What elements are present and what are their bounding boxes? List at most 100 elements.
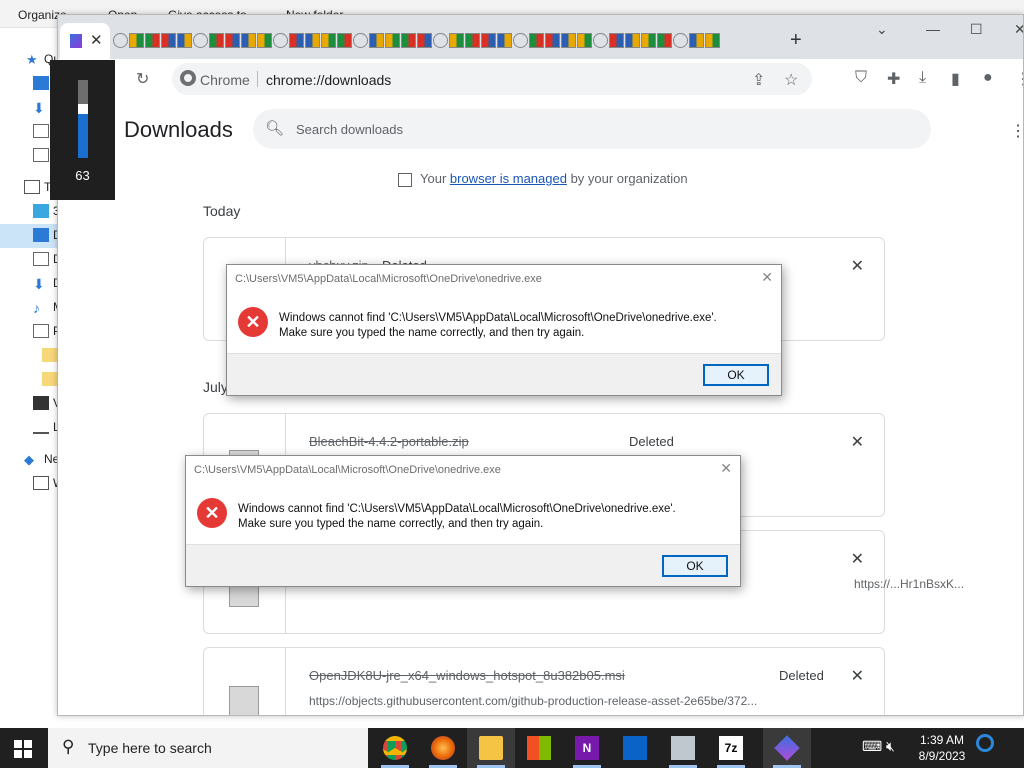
pinned-tab-favicon-icon[interactable] bbox=[161, 33, 176, 48]
remove-download-icon[interactable]: ✕ bbox=[851, 549, 864, 569]
close-icon[interactable]: ✕ bbox=[1014, 21, 1023, 38]
browser-managed-link[interactable]: browser is managed bbox=[450, 171, 567, 186]
pinned-tab-favicon-icon[interactable] bbox=[529, 33, 544, 48]
extensions-icon[interactable]: ✚ bbox=[887, 69, 900, 89]
pinned-tab-favicon-icon[interactable] bbox=[545, 33, 560, 48]
pinned-tab-favicon-icon[interactable] bbox=[449, 33, 464, 48]
group-heading-today: Today bbox=[203, 203, 241, 219]
pinned-tab-favicon-icon[interactable] bbox=[353, 33, 368, 48]
pinned-tab-favicon-icon[interactable] bbox=[337, 33, 352, 48]
pinned-tab-favicon-icon[interactable] bbox=[241, 33, 256, 48]
share-icon[interactable]: ⇪ bbox=[752, 70, 765, 90]
download-url[interactable]: https://...Hr1nBsxK... bbox=[854, 577, 964, 591]
download-url[interactable]: https://objects.githubusercontent.com/gi… bbox=[309, 694, 757, 708]
download-filename[interactable]: OpenJDK8U-jre_x64_windows_hotspot_8u382b… bbox=[309, 668, 625, 683]
menu-icon[interactable]: ⋮ bbox=[1015, 69, 1023, 89]
remove-download-icon[interactable]: ✕ bbox=[851, 256, 864, 276]
download-icon[interactable]: ⤓ bbox=[919, 69, 926, 87]
pinned-tab-favicon-icon[interactable] bbox=[561, 33, 576, 48]
search-downloads-input[interactable]: 🔍︎ Search downloads bbox=[253, 109, 931, 149]
pinned-tab-favicon-icon[interactable] bbox=[465, 33, 480, 48]
bookmark-star-icon[interactable]: ☆ bbox=[784, 70, 798, 90]
pinned-tab-favicon-icon[interactable] bbox=[497, 33, 512, 48]
group-heading-july: July bbox=[203, 379, 228, 395]
page-menu-icon[interactable]: ⋮ bbox=[1010, 121, 1023, 141]
minimize-icon[interactable]: — bbox=[926, 21, 940, 37]
volume-value: 63 bbox=[75, 168, 90, 183]
pinned-tab-favicon-icon[interactable] bbox=[321, 33, 336, 48]
taskbar-clock[interactable]: 1:39 AM 8/9/2023 bbox=[912, 732, 972, 764]
pinned-tab-favicon-icon[interactable] bbox=[513, 33, 528, 48]
omnibox-url[interactable]: chrome://downloads bbox=[266, 72, 391, 88]
pinned-tab-favicon-icon[interactable] bbox=[689, 33, 704, 48]
pinned-tab-favicon-icon[interactable] bbox=[257, 33, 272, 48]
pinned-tab-favicon-icon[interactable] bbox=[145, 33, 160, 48]
picture-icon bbox=[33, 324, 49, 338]
speaker-muted-icon[interactable]: 🔇︎ bbox=[886, 738, 895, 755]
pinned-tab-favicon-icon[interactable] bbox=[209, 33, 224, 48]
volume-thumb[interactable] bbox=[78, 104, 88, 114]
taskbar-mail-icon[interactable] bbox=[611, 728, 659, 768]
omnibox[interactable]: Chrome chrome://downloads ☆ ⇪ bbox=[172, 63, 812, 95]
browser-toolbar: ↻ Chrome chrome://downloads ☆ ⇪ ⛉ ✚ ⤓ ▮ … bbox=[58, 59, 1023, 99]
taskbar-store-icon[interactable] bbox=[515, 728, 563, 768]
reload-icon[interactable]: ↻ bbox=[136, 69, 149, 89]
taskbar-firefox-icon[interactable] bbox=[419, 728, 467, 768]
pinned-tab-favicon-icon[interactable] bbox=[481, 33, 496, 48]
pinned-tab-favicon-icon[interactable] bbox=[401, 33, 416, 48]
document-icon bbox=[33, 124, 49, 138]
maximize-icon[interactable]: ☐ bbox=[970, 21, 983, 38]
pinned-tab-favicon-icon[interactable] bbox=[273, 33, 288, 48]
ok-button[interactable]: OK bbox=[703, 364, 769, 386]
pinned-tab-favicon-icon[interactable] bbox=[673, 33, 688, 48]
taskbar-app-icon[interactable] bbox=[763, 728, 811, 768]
pinned-tab-favicon-icon[interactable] bbox=[113, 33, 128, 48]
music-icon: ♪ bbox=[33, 300, 40, 316]
pinned-tab-favicon-icon[interactable] bbox=[305, 33, 320, 48]
taskbar-file-explorer-icon[interactable] bbox=[467, 728, 515, 768]
pinned-tab-favicon-icon[interactable] bbox=[625, 33, 640, 48]
pinned-tab-favicon-icon[interactable] bbox=[609, 33, 624, 48]
pinned-tab-favicon-icon[interactable] bbox=[225, 33, 240, 48]
windows-start-icon[interactable] bbox=[14, 740, 32, 758]
side-panel-icon[interactable]: ▮ bbox=[951, 69, 960, 89]
close-icon[interactable]: ✕ bbox=[761, 269, 773, 286]
taskbar-chrome-icon[interactable] bbox=[371, 728, 419, 768]
pinned-tab-favicon-icon[interactable] bbox=[129, 33, 144, 48]
remove-download-icon[interactable]: ✕ bbox=[851, 432, 864, 452]
pinned-tab-favicon-icon[interactable] bbox=[705, 33, 720, 48]
pinned-tab-favicon-icon[interactable] bbox=[289, 33, 304, 48]
network-icon[interactable]: ⌨ bbox=[862, 738, 882, 755]
taskbar-search-box[interactable]: ⚲ Type here to search bbox=[48, 728, 368, 768]
pinned-tab-favicon-icon[interactable] bbox=[369, 33, 384, 48]
pinned-tab-favicon-icon[interactable] bbox=[657, 33, 672, 48]
pinned-tab-favicon-icon[interactable] bbox=[193, 33, 208, 48]
close-icon[interactable]: ✕ bbox=[720, 460, 732, 477]
error-icon: ✕ bbox=[238, 307, 268, 337]
download-filename[interactable]: BleachBit-4.4.2-portable.zip bbox=[309, 434, 469, 449]
remove-download-icon[interactable]: ✕ bbox=[851, 666, 864, 686]
tab-search-icon[interactable]: ⌄ bbox=[876, 21, 888, 38]
profile-avatar-icon[interactable]: ● bbox=[983, 69, 993, 87]
dialog-message-line1: Windows cannot find 'C:\Users\VM5\AppDat… bbox=[279, 312, 717, 324]
ublock-icon[interactable]: ⛉ bbox=[855, 69, 867, 87]
taskbar-onenote-icon[interactable]: N bbox=[563, 728, 611, 768]
error-dialog: C:\Users\VM5\AppData\Local\Microsoft\One… bbox=[185, 455, 741, 587]
new-tab-button[interactable]: + bbox=[790, 29, 802, 52]
pinned-tab-favicon-icon[interactable] bbox=[385, 33, 400, 48]
ok-button[interactable]: OK bbox=[662, 555, 728, 577]
pinned-tab-favicon-icon[interactable] bbox=[417, 33, 432, 48]
volume-slider[interactable] bbox=[78, 80, 88, 158]
pinned-tab-favicon-icon[interactable] bbox=[593, 33, 608, 48]
star-icon: ★ bbox=[26, 52, 38, 67]
dialog-message-line2: Make sure you typed the name correctly, … bbox=[238, 518, 544, 530]
tab-downloads[interactable]: ✕ bbox=[60, 23, 110, 59]
cortana-icon[interactable] bbox=[976, 734, 994, 752]
taskbar-task-manager-icon[interactable] bbox=[659, 728, 707, 768]
pinned-tab-favicon-icon[interactable] bbox=[433, 33, 448, 48]
pinned-tab-favicon-icon[interactable] bbox=[641, 33, 656, 48]
pinned-tab-favicon-icon[interactable] bbox=[177, 33, 192, 48]
pinned-tab-favicon-icon[interactable] bbox=[577, 33, 592, 48]
taskbar-7zip-icon[interactable]: 7z bbox=[707, 728, 755, 768]
close-tab-icon[interactable]: ✕ bbox=[90, 31, 103, 49]
